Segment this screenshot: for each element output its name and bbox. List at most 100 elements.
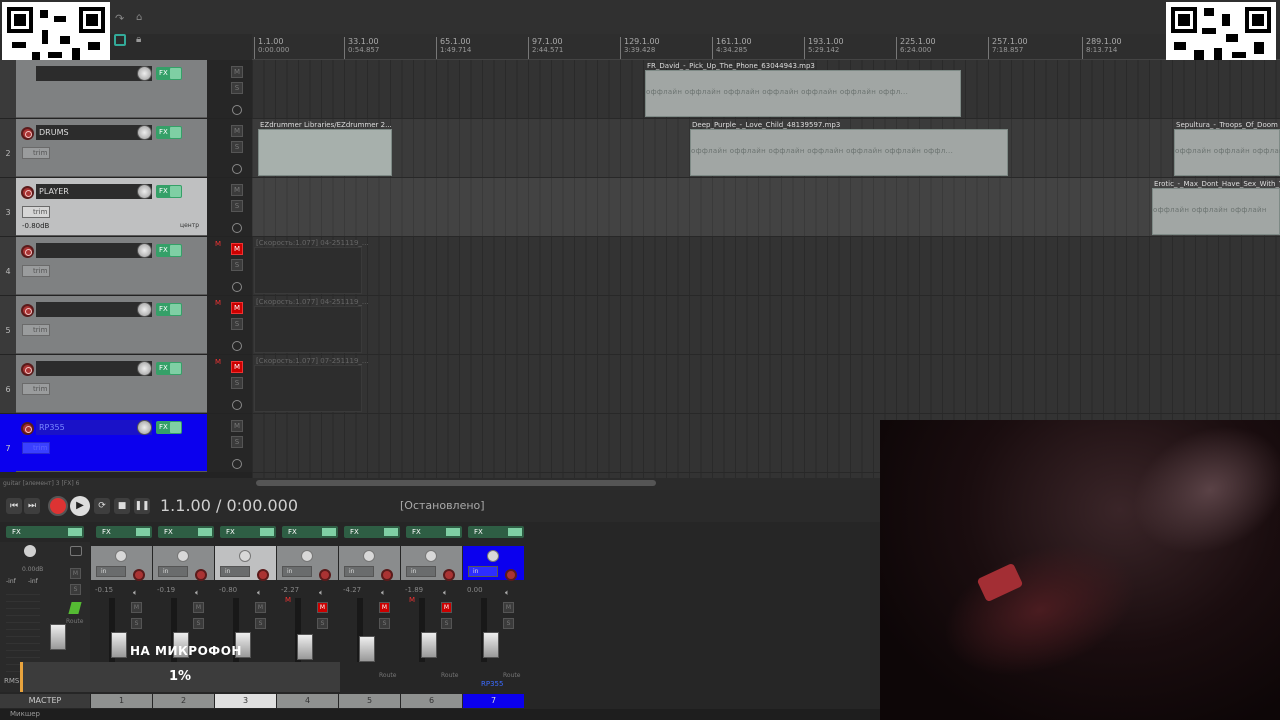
mute-button[interactable]: M — [231, 125, 243, 137]
media-item[interactable]: [Скорость:1.077] 04-251119_... — [254, 239, 369, 294]
volume-knob[interactable] — [137, 243, 152, 258]
phase-icon[interactable] — [232, 282, 242, 292]
record-arm-button[interactable] — [21, 363, 34, 376]
solo-button[interactable]: S — [193, 618, 204, 629]
phase-icon[interactable] — [232, 341, 242, 351]
fx-button[interactable]: FX — [156, 67, 182, 80]
track-name[interactable] — [36, 361, 152, 376]
strip-fx-slot[interactable]: FX — [406, 526, 462, 538]
strip-fx-slot[interactable]: FX — [220, 526, 276, 538]
timecode-display[interactable]: 1.1.00 / 0:00.000 — [160, 496, 298, 515]
track-name[interactable] — [36, 302, 152, 317]
phase-icon[interactable] — [232, 164, 242, 174]
route-button[interactable]: Route — [441, 672, 458, 679]
solo-button[interactable]: S — [231, 259, 243, 271]
trim-button[interactable]: trim — [22, 265, 50, 277]
fx-button[interactable]: FX — [156, 244, 182, 257]
track-lane[interactable]: EZdrummer Libraries/EZdrummer 2... Deep_… — [252, 119, 1280, 178]
solo-button[interactable]: S — [231, 377, 243, 389]
volume-fader[interactable] — [483, 632, 499, 658]
master-fx-slot[interactable]: FX — [6, 526, 84, 538]
mute-button[interactable]: M — [231, 66, 243, 78]
track-5[interactable]: 5 FX trim M M S — [0, 296, 252, 355]
mixer-strip-5[interactable]: in -4.27 🔈︎ M S Route — [339, 546, 401, 694]
track-3[interactable]: 3 PLAYER FX trim -0.80dB центр M S — [0, 178, 252, 237]
fx-power-icon[interactable] — [170, 363, 181, 374]
stop-icon[interactable]: ■ — [114, 498, 130, 514]
record-arm-button[interactable] — [21, 186, 34, 199]
trim-button[interactable]: trim — [22, 442, 50, 454]
volume-fader[interactable] — [111, 632, 127, 658]
record-arm-button[interactable] — [257, 569, 269, 581]
redo-icon[interactable]: ↷ — [115, 12, 124, 25]
mixer-strip-6[interactable]: in -1.89 M 🔈︎ M S Route — [401, 546, 463, 694]
pan-knob[interactable] — [487, 550, 499, 562]
input-button[interactable]: in — [344, 566, 374, 577]
track-header[interactable]: FX trim — [16, 355, 207, 413]
track-lane[interactable]: [Скорость:1.077] 04-251119_... — [252, 237, 1280, 296]
timeline-ruler[interactable]: 1.1.00 0:00.000 33.1.00 0:54.857 65.1.00 1:… — [252, 34, 1280, 60]
track-lane[interactable]: FR_David_-_Pick_Up_The_Phone_63044943.mp… — [252, 60, 1280, 119]
mute-button[interactable]: M — [231, 361, 243, 373]
mute-button[interactable]: M — [193, 602, 204, 613]
route-button[interactable]: Route — [379, 672, 396, 679]
record-arm-button[interactable] — [21, 127, 34, 140]
track-name[interactable] — [36, 66, 152, 81]
solo-button[interactable]: S — [379, 618, 390, 629]
track-header[interactable]: FX — [16, 60, 207, 118]
track-lane[interactable]: [Скорость:1.077] 07-251119_... — [252, 355, 1280, 414]
mute-button[interactable]: M — [231, 243, 243, 255]
track-lane[interactable]: Erotic_-_Max_Dont_Have_Sex_With_Y оффлай… — [252, 178, 1280, 237]
phase-icon[interactable] — [232, 459, 242, 469]
media-item[interactable]: [Скорость:1.077] 07-251119_... — [254, 357, 369, 412]
strip-number[interactable]: 6 — [401, 694, 462, 708]
input-button[interactable]: in — [282, 566, 312, 577]
mixer-tab[interactable]: Микшер — [0, 709, 880, 720]
master-pan-knob[interactable] — [24, 545, 36, 557]
volume-knob[interactable] — [137, 302, 152, 317]
mute-button[interactable]: M — [317, 602, 328, 613]
track-4[interactable]: 4 FX trim M M S — [0, 237, 252, 296]
phase-icon[interactable] — [232, 105, 242, 115]
strip-fx-slot[interactable]: FX — [96, 526, 152, 538]
record-arm-button[interactable] — [319, 569, 331, 581]
mute-button[interactable]: M — [231, 184, 243, 196]
solo-button[interactable]: S — [317, 618, 328, 629]
trim-button[interactable]: trim — [22, 324, 50, 336]
go-to-start-icon[interactable]: ⏮ — [6, 498, 22, 514]
track-name[interactable]: DRUMS — [36, 125, 152, 140]
track-header[interactable]: RP355 FX trim — [16, 414, 207, 472]
track-6[interactable]: 6 FX trim M M S — [0, 355, 252, 414]
master-label[interactable]: МАСТЕР — [0, 694, 90, 708]
solo-button[interactable]: S — [131, 618, 142, 629]
solo-button[interactable]: S — [231, 436, 243, 448]
solo-button[interactable]: S — [231, 141, 243, 153]
fx-power-icon[interactable] — [170, 245, 181, 256]
media-item[interactable]: Erotic_-_Max_Dont_Have_Sex_With_Y оффлай… — [1152, 180, 1280, 235]
strip-fx-slot[interactable]: FX — [282, 526, 338, 538]
arrange-view[interactable]: FR_David_-_Pick_Up_The_Phone_63044943.mp… — [252, 60, 1280, 478]
snap-lock-icon[interactable]: 🔒︎ — [136, 34, 141, 45]
master-mute-button[interactable]: M — [70, 568, 81, 579]
volume-knob[interactable] — [137, 184, 152, 199]
strip-number[interactable]: 1 — [91, 694, 152, 708]
master-solo-button[interactable]: S — [70, 584, 81, 595]
strip-number[interactable]: 5 — [339, 694, 400, 708]
volume-knob[interactable] — [137, 66, 152, 81]
track-7[interactable]: 7 RP355 FX trim M S — [0, 414, 252, 473]
input-button[interactable]: in — [158, 566, 188, 577]
mute-button[interactable]: M — [231, 302, 243, 314]
fx-power-icon[interactable] — [170, 127, 181, 138]
record-arm-button[interactable] — [21, 422, 34, 435]
strip-number[interactable]: 7 — [463, 694, 524, 708]
fx-power-icon[interactable] — [170, 304, 181, 315]
solo-button[interactable]: S — [441, 618, 452, 629]
route-button[interactable]: Route — [503, 672, 520, 679]
phase-icon[interactable] — [232, 223, 242, 233]
record-arm-button[interactable] — [195, 569, 207, 581]
record-button[interactable] — [48, 496, 68, 516]
loop-icon[interactable] — [114, 34, 126, 46]
fx-power-icon[interactable] — [170, 186, 181, 197]
mute-button[interactable]: M — [441, 602, 452, 613]
input-button[interactable]: in — [220, 566, 250, 577]
